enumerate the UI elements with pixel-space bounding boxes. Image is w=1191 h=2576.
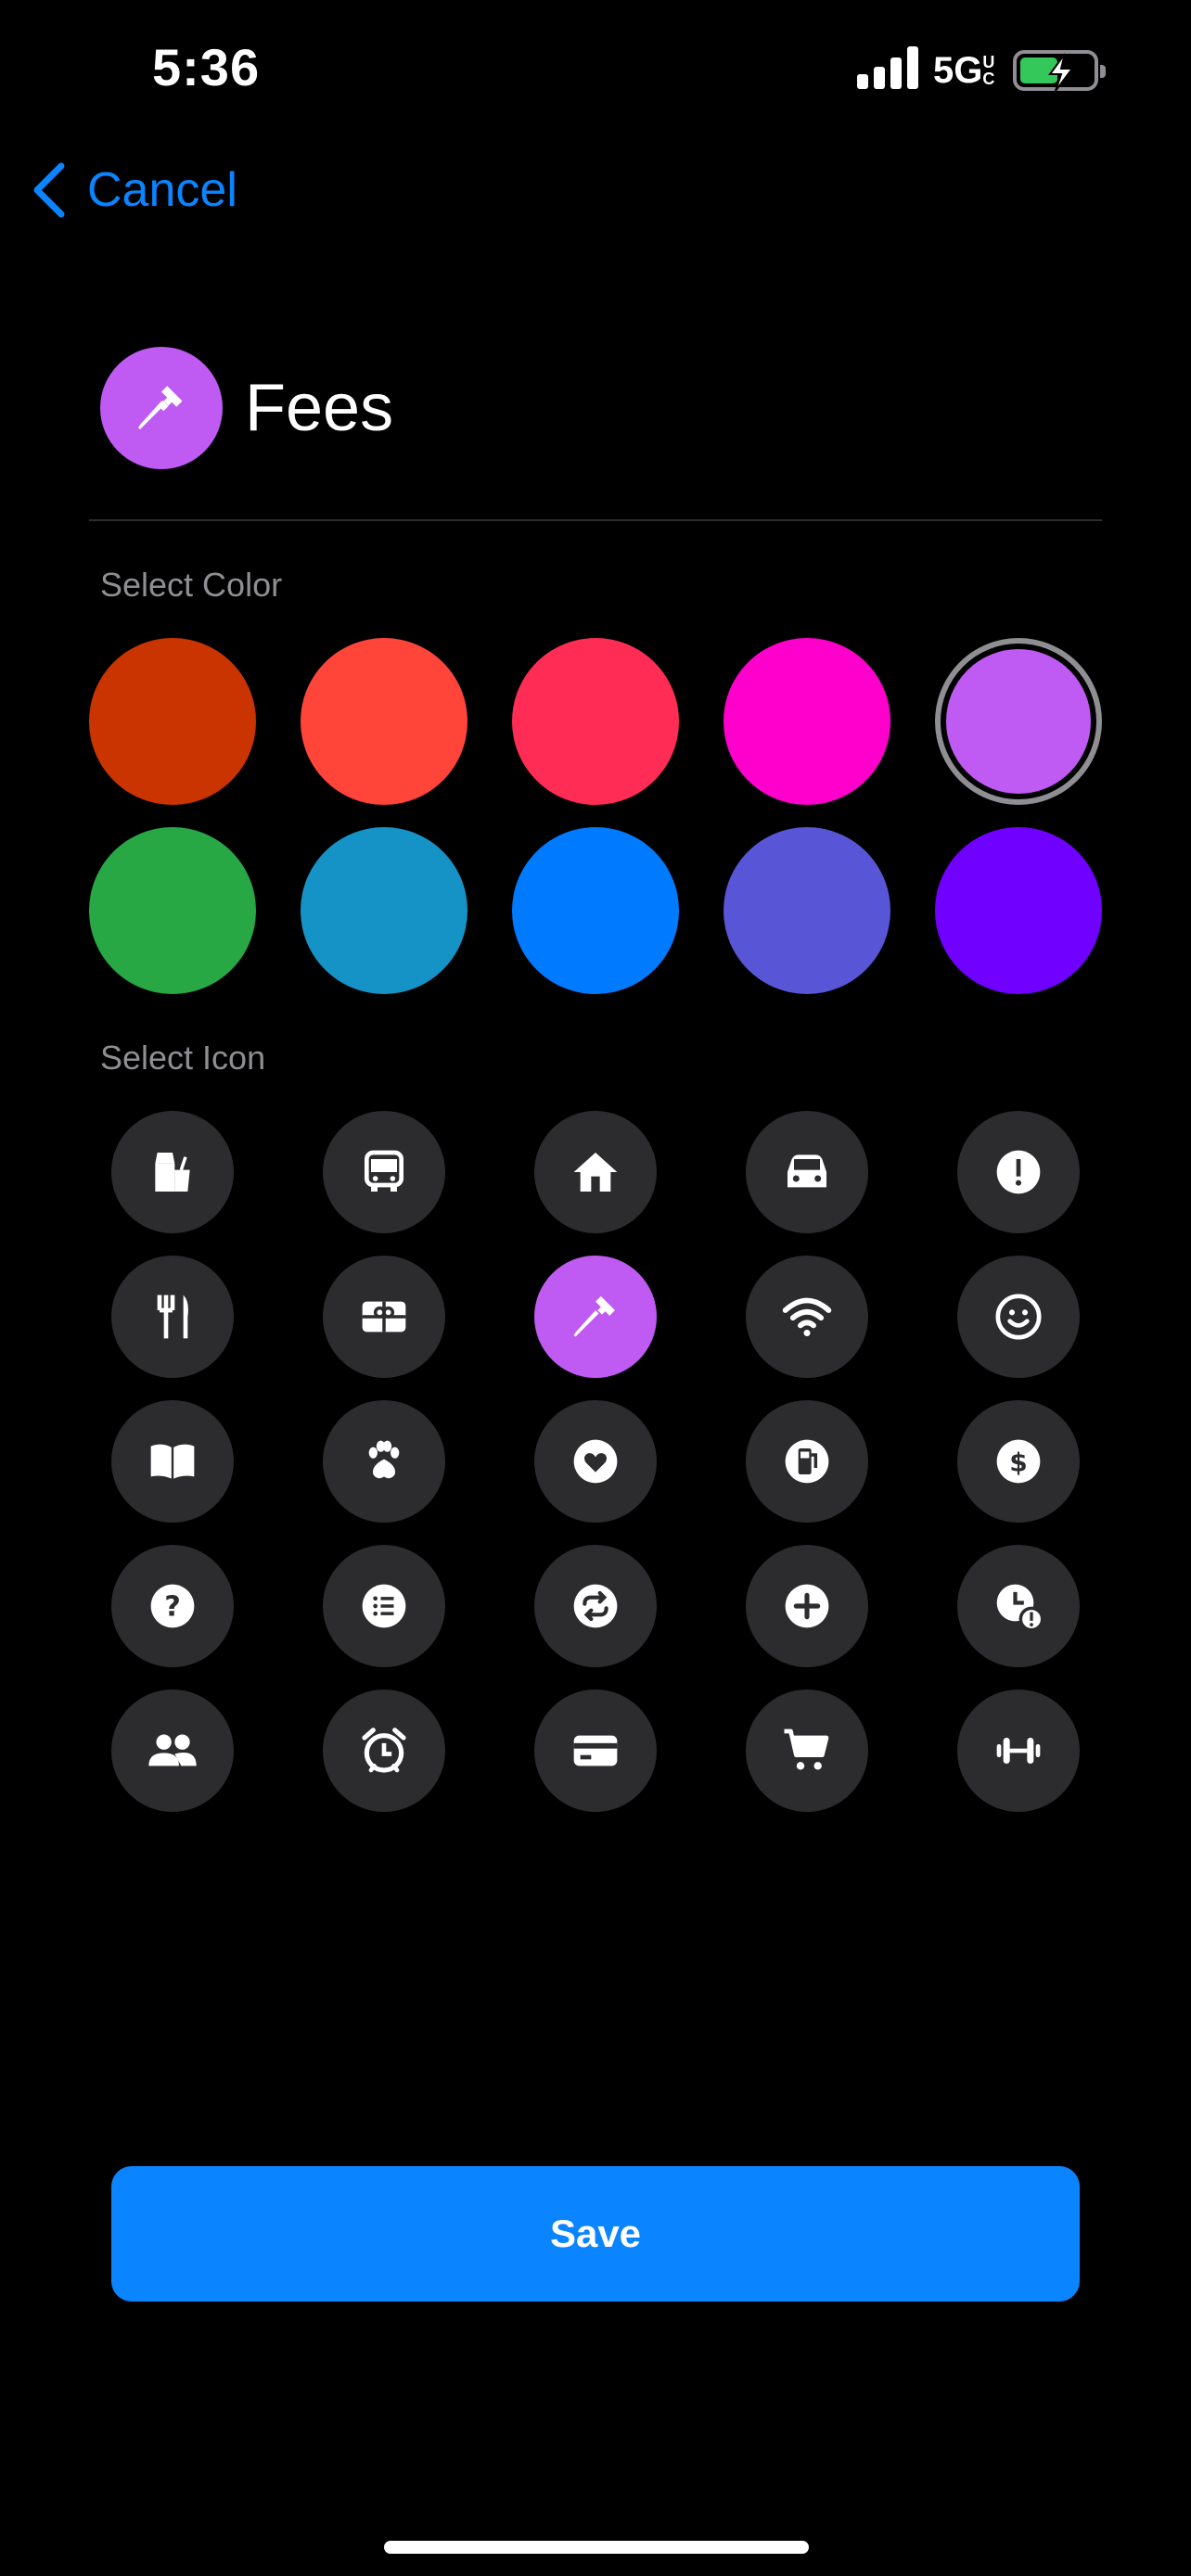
icon-option[interactable] [111,1111,234,1233]
divider [89,519,1102,521]
color-swatch[interactable] [89,638,256,805]
icon-option[interactable] [534,1545,657,1667]
icon-option[interactable] [957,1256,1080,1378]
icon-option[interactable] [746,1111,868,1233]
icon-option[interactable] [957,1690,1080,1812]
icon-option[interactable] [111,1690,234,1812]
battery-charging-icon [1013,50,1106,92]
color-swatch[interactable] [512,638,679,805]
smiley-icon [995,1294,1042,1340]
icon-option[interactable] [957,1545,1080,1667]
icon-option[interactable] [323,1256,445,1378]
color-swatch[interactable] [301,827,467,994]
icon-option[interactable] [323,1400,445,1523]
signal-strength-icon [857,46,918,89]
icon-option[interactable] [746,1400,868,1523]
icon-option[interactable] [323,1545,445,1667]
cancel-button[interactable]: Cancel [32,158,237,223]
alarm-icon [362,1728,406,1773]
cancel-label: Cancel [87,163,237,217]
category-name[interactable]: Fees [245,369,393,447]
network-type: 5GUC [933,50,1001,92]
icon-option[interactable]: ? [111,1545,234,1667]
icon-option[interactable] [957,1111,1080,1233]
fork-knife-icon [157,1294,188,1339]
paw-icon [368,1440,400,1479]
color-swatch[interactable] [724,638,890,805]
color-swatch[interactable] [512,827,679,994]
color-swatch[interactable] [89,827,256,994]
save-button[interactable]: Save [111,2166,1080,2302]
icon-option[interactable] [111,1400,234,1523]
icon-option[interactable] [534,1400,657,1523]
groceries-icon [155,1153,190,1192]
book-icon [150,1444,195,1479]
icon-option[interactable] [534,1256,657,1378]
house-icon [573,1153,618,1192]
icon-option[interactable]: $ [957,1400,1080,1523]
heart-icon [573,1439,618,1484]
bus-icon [365,1150,403,1192]
home-indicator [384,2541,809,2554]
cart-icon [784,1728,829,1770]
people-icon [148,1734,197,1766]
color-swatch[interactable] [301,638,467,805]
svg-text:?: ? [164,1591,181,1624]
svg-text:$: $ [1009,1447,1027,1478]
hammer-icon [573,1295,615,1337]
credit-card-icon [573,1735,618,1766]
icon-option[interactable] [746,1545,868,1667]
car-icon [788,1154,826,1188]
icon-option[interactable] [111,1256,234,1378]
icon-option[interactable] [746,1690,868,1812]
network-label: 5G [933,50,983,91]
color-swatch[interactable] [935,827,1102,994]
icon-option[interactable] [534,1111,657,1233]
repeat-icon [573,1584,618,1628]
fuel-icon [785,1439,829,1484]
color-swatch[interactable] [724,827,890,994]
wifi-icon [782,1297,832,1336]
clock-alert-icon [996,1584,1044,1632]
network-suffix: UC [982,53,995,88]
icon-option[interactable] [746,1256,868,1378]
status-time: 5:36 [152,38,261,96]
select-icon-label: Select Icon [100,1039,266,1077]
category-icon-preview [100,347,223,469]
select-color-label: Select Color [100,566,283,604]
list-icon [362,1584,406,1628]
question-icon: ? [150,1584,195,1628]
hammer-icon [138,386,183,429]
gift-card-icon [362,1301,406,1333]
icon-option[interactable] [323,1690,445,1812]
icon-option[interactable] [323,1111,445,1233]
plus-icon [785,1584,829,1628]
dollar-icon: $ [996,1439,1041,1484]
chevron-left-icon [33,162,65,218]
color-swatch[interactable] [941,644,1096,799]
icon-option[interactable] [534,1690,657,1812]
dumbbell-icon [996,1738,1041,1764]
exclamation-icon [996,1150,1041,1194]
